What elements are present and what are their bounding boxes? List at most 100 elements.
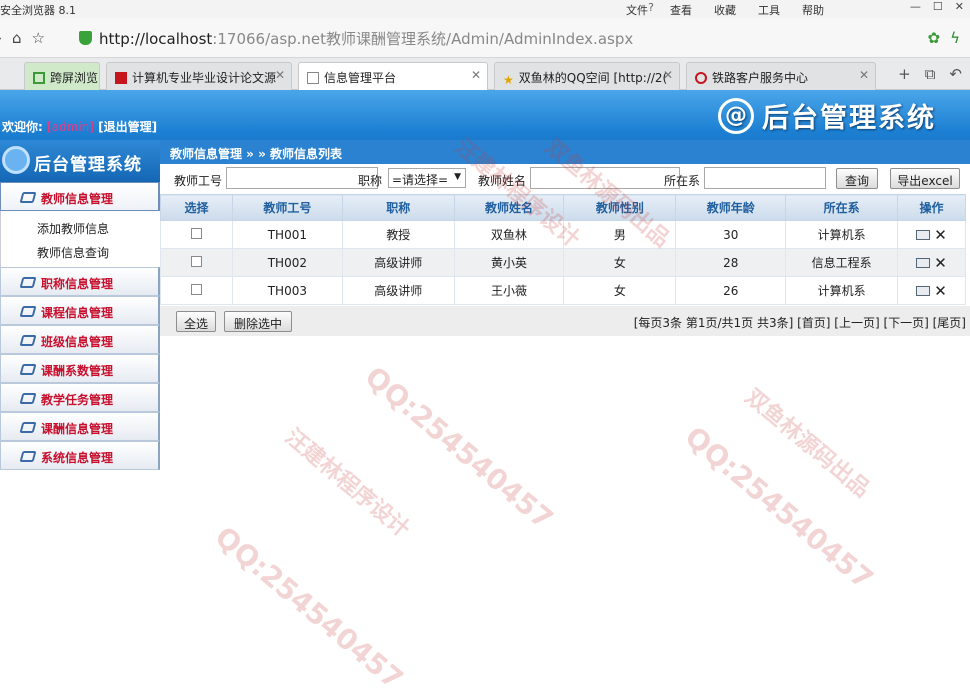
railway-logo-icon bbox=[695, 72, 707, 84]
query-button[interactable]: 查询 bbox=[836, 168, 878, 189]
at-logo-icon: @ bbox=[718, 97, 754, 134]
dept-input[interactable] bbox=[704, 167, 826, 189]
cell-teacher-no: TH001 bbox=[231, 220, 343, 249]
sidebar-menu-pay[interactable]: 课酬信息管理 bbox=[0, 412, 160, 441]
cell-name: 双鱼林 bbox=[453, 220, 565, 249]
tab-label: 跨屏浏览 bbox=[50, 71, 99, 85]
edit-icon[interactable] bbox=[916, 285, 931, 296]
url-field[interactable]: http://localhost:17066/asp.net教师课酬管理系统/A… bbox=[99, 28, 633, 49]
welcome-bar: 欢迎你: [admin] [退出管理] bbox=[2, 118, 157, 135]
tab-railway[interactable]: 铁路客户服务中心 ✕ bbox=[686, 62, 876, 90]
url-host: http://localhost bbox=[99, 30, 213, 48]
title-select[interactable]: =请选择= bbox=[388, 168, 466, 188]
watermark-qq: QQ:254540457 bbox=[358, 360, 560, 536]
phone-icon bbox=[33, 72, 45, 84]
tab-label: 信息管理平台 bbox=[324, 71, 397, 85]
sidebar-item-add-teacher[interactable]: 添加教师信息 bbox=[1, 215, 160, 239]
undo-close-icon[interactable]: ↶ bbox=[949, 65, 962, 83]
table-row: TH002 高级讲师 黄小英 女 28 信息工程系 ✕ bbox=[160, 248, 966, 277]
teacher-no-input[interactable] bbox=[226, 167, 378, 189]
menu-file[interactable]: 文件 bbox=[626, 2, 648, 18]
dept-label: 所在系 bbox=[664, 174, 701, 188]
menu-icon bbox=[19, 306, 37, 317]
tab-qq-space[interactable]: ★ 双鱼林的QQ空间 [http://2(✕ bbox=[494, 62, 680, 90]
flag-icon bbox=[115, 72, 127, 84]
close-tab-icon[interactable]: ✕ bbox=[663, 68, 673, 82]
sidebar-menu-task[interactable]: 教学任务管理 bbox=[0, 383, 160, 412]
extension-icon[interactable]: ✿ bbox=[928, 29, 941, 47]
row-checkbox[interactable] bbox=[190, 255, 202, 267]
current-user: [admin] bbox=[47, 120, 94, 134]
delete-icon[interactable]: ✕ bbox=[934, 226, 947, 244]
tab-thesis[interactable]: 计算机专业毕业设计论文源 ✕ bbox=[106, 62, 292, 90]
col-name: 教师姓名 bbox=[453, 194, 565, 221]
url-path: :17066/asp.net教师课酬管理系统/Admin/AdminIndex.… bbox=[212, 30, 634, 48]
sidebar-item-query-teacher[interactable]: 教师信息查询 bbox=[1, 239, 160, 263]
sidebar-menu-teacher[interactable]: 教师信息管理 bbox=[0, 182, 160, 211]
menu-view[interactable]: 查看 bbox=[670, 2, 692, 18]
close-window-button[interactable]: ✕ bbox=[955, 0, 964, 13]
minimize-button[interactable]: — bbox=[910, 0, 921, 13]
home-icon[interactable]: ⌂ bbox=[12, 29, 22, 47]
restore-tabs-icon[interactable]: ⧉ bbox=[925, 65, 936, 83]
maximize-button[interactable]: ☐ bbox=[933, 0, 943, 13]
browser-app-title: 安全浏览器 8.1 bbox=[0, 4, 76, 17]
logout-link[interactable]: [退出管理] bbox=[98, 120, 157, 134]
export-excel-button[interactable]: 导出excel bbox=[890, 168, 960, 189]
table-header-row: 选择 教师工号 职称 教师姓名 教师性别 教师年龄 所在系 操作 bbox=[160, 194, 966, 221]
menu-label: 班级信息管理 bbox=[41, 335, 114, 349]
tab-info-platform[interactable]: 信息管理平台 ✕ bbox=[298, 62, 488, 91]
menu-label: 课程信息管理 bbox=[41, 306, 114, 320]
security-shield-icon bbox=[79, 31, 92, 45]
menu-help[interactable]: 帮助 bbox=[802, 2, 824, 18]
row-checkbox[interactable] bbox=[190, 283, 202, 295]
table-row: TH003 高级讲师 王小薇 女 26 计算机系 ✕ bbox=[160, 276, 966, 305]
close-tab-icon[interactable]: ✕ bbox=[859, 68, 869, 82]
delete-selected-button[interactable]: 删除选中 bbox=[224, 311, 292, 332]
cell-title: 教授 bbox=[341, 220, 455, 249]
menu-favorites[interactable]: 收藏 bbox=[714, 2, 736, 18]
watermark-author: 汪建林程序设计 bbox=[280, 424, 415, 543]
sidebar-menu-course[interactable]: 课程信息管理 bbox=[0, 296, 160, 325]
sidebar-menu-system[interactable]: 系统信息管理 bbox=[0, 441, 160, 470]
col-dept: 所在系 bbox=[785, 194, 899, 221]
cell-title: 高级讲师 bbox=[341, 276, 455, 305]
cell-age: 26 bbox=[675, 276, 787, 305]
star-icon[interactable]: ☆ bbox=[32, 29, 45, 47]
search-bar: 教师工号 职称 =请选择= 教师姓名 所在系 查询 导出excel bbox=[160, 164, 970, 192]
teacher-name-input[interactable] bbox=[530, 167, 680, 189]
menu-icon bbox=[19, 277, 37, 288]
forward-icon[interactable]: › bbox=[0, 29, 2, 47]
address-bar-row: › ⌂ ☆ http://localhost:17066/asp.net教师课酬… bbox=[0, 18, 970, 58]
sidebar-menu-class[interactable]: 班级信息管理 bbox=[0, 325, 160, 354]
delete-icon[interactable]: ✕ bbox=[934, 282, 947, 300]
watermark-qq: QQ:254540457 bbox=[208, 520, 410, 696]
welcome-label: 欢迎你: bbox=[2, 120, 43, 134]
edit-icon[interactable] bbox=[916, 257, 931, 268]
tab-cross-screen[interactable]: 跨屏浏览 bbox=[24, 62, 100, 90]
lightning-icon[interactable]: ϟ bbox=[950, 29, 960, 47]
sidebar-brand-text: 后台管理系统 bbox=[34, 155, 142, 175]
menu-tools[interactable]: 工具 bbox=[758, 2, 780, 18]
pager[interactable]: [每页3条 第1页/共1页 共3条] [首页] [上一页] [下一页] [尾页] bbox=[634, 314, 966, 331]
edit-icon[interactable] bbox=[916, 229, 931, 240]
row-checkbox[interactable] bbox=[190, 227, 202, 239]
sidebar-menu-coefficient[interactable]: 课酬系数管理 bbox=[0, 354, 160, 383]
teacher-submenu: 添加教师信息 教师信息查询 bbox=[0, 211, 160, 267]
select-all-button[interactable]: 全选 bbox=[176, 311, 216, 332]
sidebar-menu-title[interactable]: 职称信息管理 bbox=[0, 267, 160, 296]
new-tab-icon[interactable]: + bbox=[898, 65, 911, 83]
header-logo-text: 后台管理系统 bbox=[762, 103, 936, 134]
cell-title: 高级讲师 bbox=[341, 248, 455, 277]
teacher-name-label: 教师姓名 bbox=[478, 174, 527, 188]
teacher-table: 选择 教师工号 职称 教师姓名 教师性别 教师年龄 所在系 操作 TH001 教… bbox=[160, 194, 966, 305]
watermark-qq: QQ:254540457 bbox=[678, 420, 880, 596]
browser-title-bar: 安全浏览器 8.1 ? 文件 查看 收藏 工具 帮助 — ☐ ✕ bbox=[0, 0, 970, 18]
delete-icon[interactable]: ✕ bbox=[934, 254, 947, 272]
cell-gender: 女 bbox=[563, 276, 677, 305]
close-tab-icon[interactable]: ✕ bbox=[275, 68, 285, 82]
close-tab-icon[interactable]: ✕ bbox=[471, 68, 481, 82]
page-icon bbox=[307, 72, 319, 84]
col-age: 教师年龄 bbox=[675, 194, 787, 221]
cell-name: 王小薇 bbox=[453, 276, 565, 305]
